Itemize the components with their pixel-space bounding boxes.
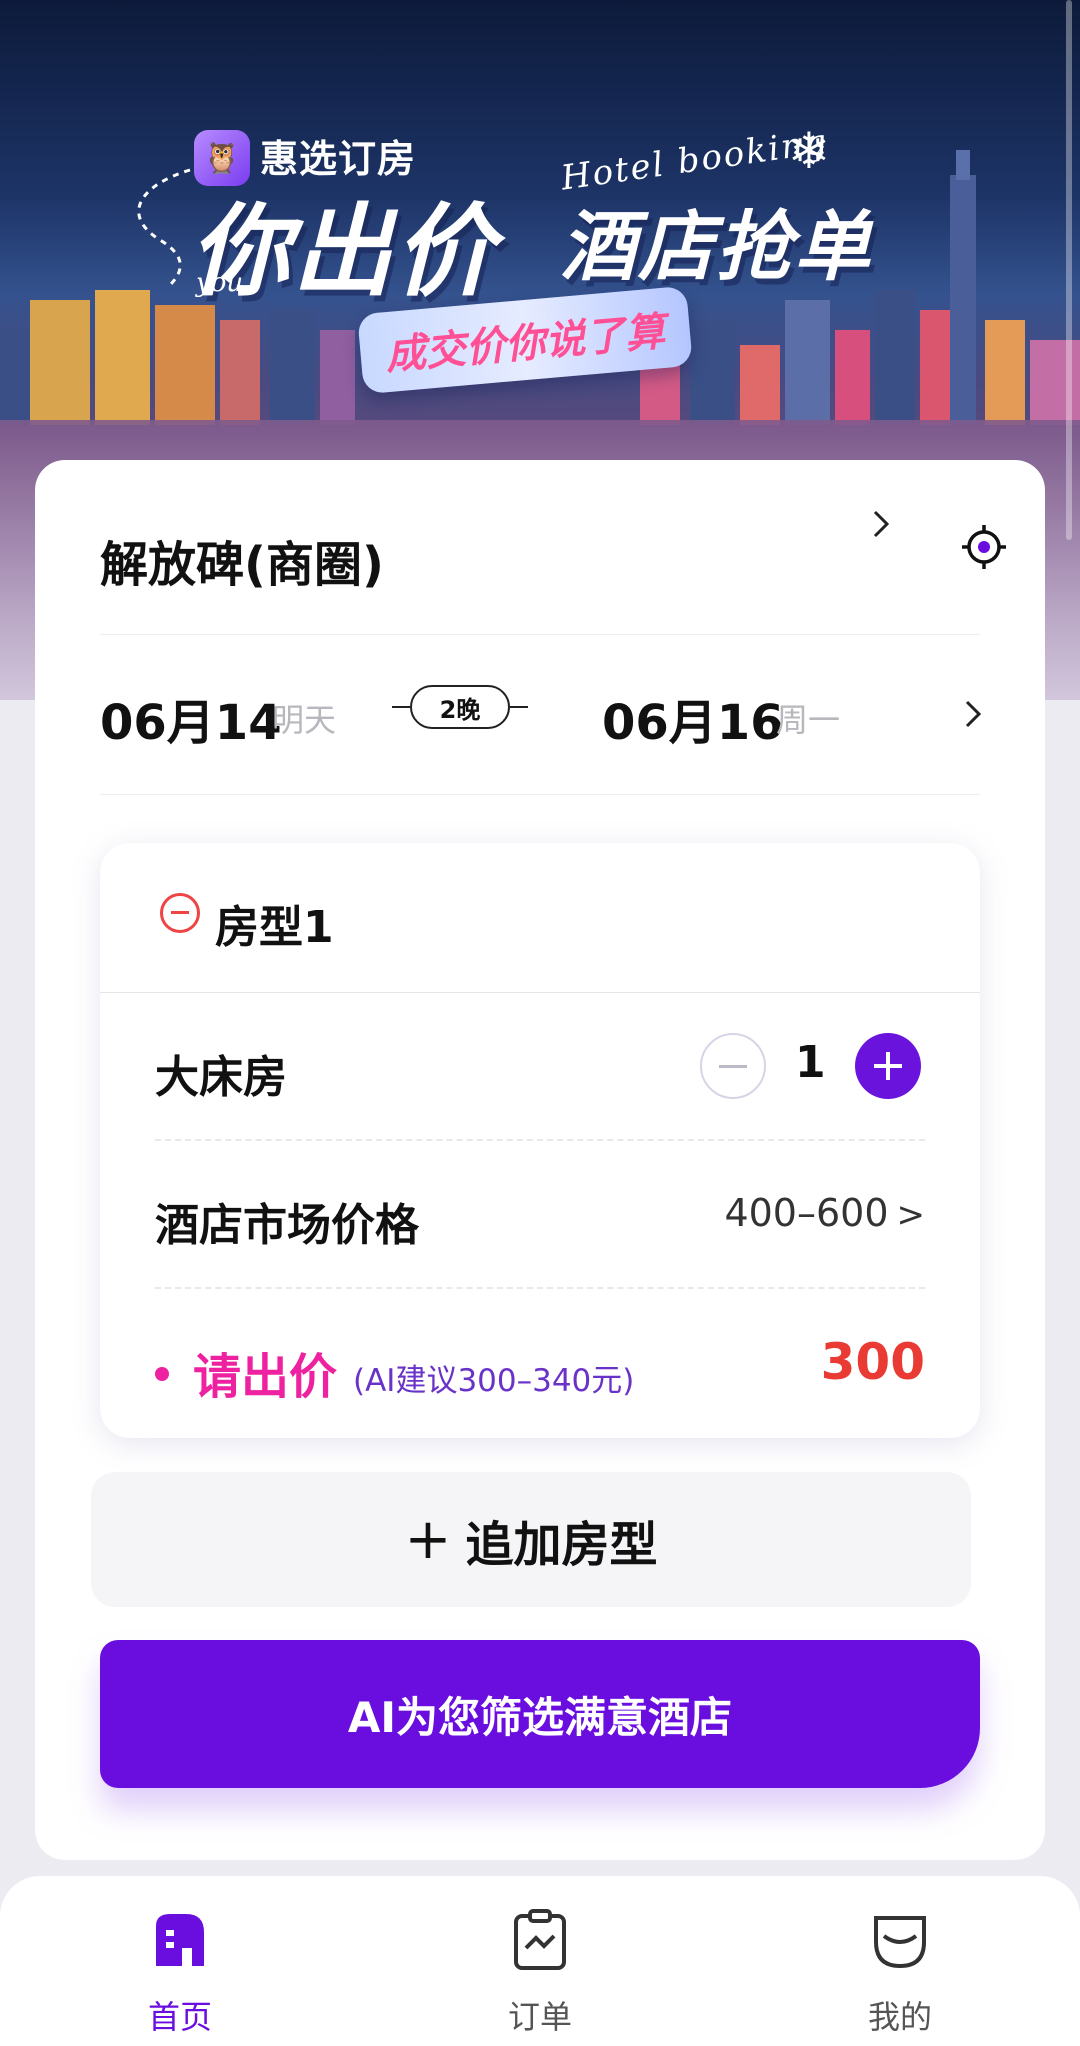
room-panel: 房型1 大床房 1 酒店市场价格 400–600 > 请出价 (AI建议300–3… — [100, 843, 980, 1438]
remove-room-icon[interactable] — [160, 893, 200, 933]
snowflake-icon: ❄ — [788, 122, 830, 180]
ai-filter-button[interactable]: AI为您筛选满意酒店 — [100, 1640, 980, 1788]
bed-type-label: 大床房 — [155, 1052, 287, 1103]
market-price-label: 酒店市场价格 — [155, 1200, 419, 1251]
location-text: 解放碑(商圈) — [100, 537, 384, 593]
market-price-row[interactable]: 酒店市场价格 400–600 > — [155, 1141, 925, 1289]
bid-hint: (AI建议300–340元) — [353, 1363, 635, 1399]
add-room-button[interactable]: + 追加房型 — [91, 1472, 971, 1607]
bed-type-row: 大床房 1 — [155, 993, 925, 1141]
locate-icon[interactable] — [960, 523, 1008, 571]
tab-profile[interactable]: 我的 — [810, 1896, 990, 2036]
bid-label: 请出价 — [193, 1349, 338, 1405]
location-row[interactable]: 解放碑(商圈) — [100, 510, 1006, 635]
headline-right: 酒店抢单 — [560, 202, 872, 291]
you-label: you — [196, 268, 244, 298]
date-row[interactable]: 06月14 明天 2晚 06月16 周一 — [100, 635, 982, 795]
date-chevron-icon — [964, 693, 984, 737]
bid-input[interactable]: 300 — [821, 1333, 925, 1391]
bottom-tab-bar: 首页 订单 我的 — [0, 1876, 1080, 2046]
order-icon — [514, 1909, 566, 1970]
app-page: 🦉 惠选订房 Hotel booking ❄ 你出价 酒店抢单 you 成交价你… — [0, 0, 1080, 2046]
room-quantity: 1 — [795, 1037, 826, 1088]
room-title: 房型1 — [215, 902, 334, 953]
bid-row[interactable]: 请出价 (AI建议300–340元) 300 — [155, 1289, 925, 1437]
required-dot — [155, 1367, 169, 1381]
market-price-range: 400–600 > — [724, 1191, 925, 1235]
checkin-day: 明天 — [272, 701, 337, 739]
location-chevron-icon — [872, 503, 892, 547]
ribbon-text: 成交价你说了算 — [383, 308, 667, 380]
increase-quantity-button[interactable] — [855, 1033, 921, 1099]
home-icon — [156, 1914, 204, 1966]
room-header: 房型1 — [100, 843, 980, 993]
booking-card: 解放碑(商圈) 06月14 明天 2晚 06月16 周一 房型1 大床房 1 酒… — [35, 460, 1045, 1860]
nights-line-right — [510, 706, 528, 708]
nights-badge: 2晚 — [410, 685, 510, 729]
market-price-value: 400–600 — [724, 1191, 889, 1235]
checkout-date: 06月16 — [602, 695, 784, 751]
market-price-arrow: > — [896, 1195, 926, 1235]
plus-icon: + — [404, 1507, 452, 1572]
decrease-quantity-button[interactable] — [700, 1033, 766, 1099]
tab-home[interactable]: 首页 — [90, 1896, 270, 2036]
nights-line-left — [392, 706, 410, 708]
checkin-date: 06月14 — [100, 695, 282, 751]
tab-orders[interactable]: 订单 — [450, 1896, 630, 2036]
tab-orders-label: 订单 — [507, 1998, 572, 2036]
checkout-day: 周一 — [776, 701, 841, 739]
tab-home-label: 首页 — [147, 1998, 212, 2036]
scrollbar[interactable] — [1066, 0, 1072, 540]
add-room-label: 追加房型 — [465, 1516, 658, 1573]
profile-icon — [874, 1916, 926, 1969]
tab-profile-label: 我的 — [867, 1998, 932, 2036]
